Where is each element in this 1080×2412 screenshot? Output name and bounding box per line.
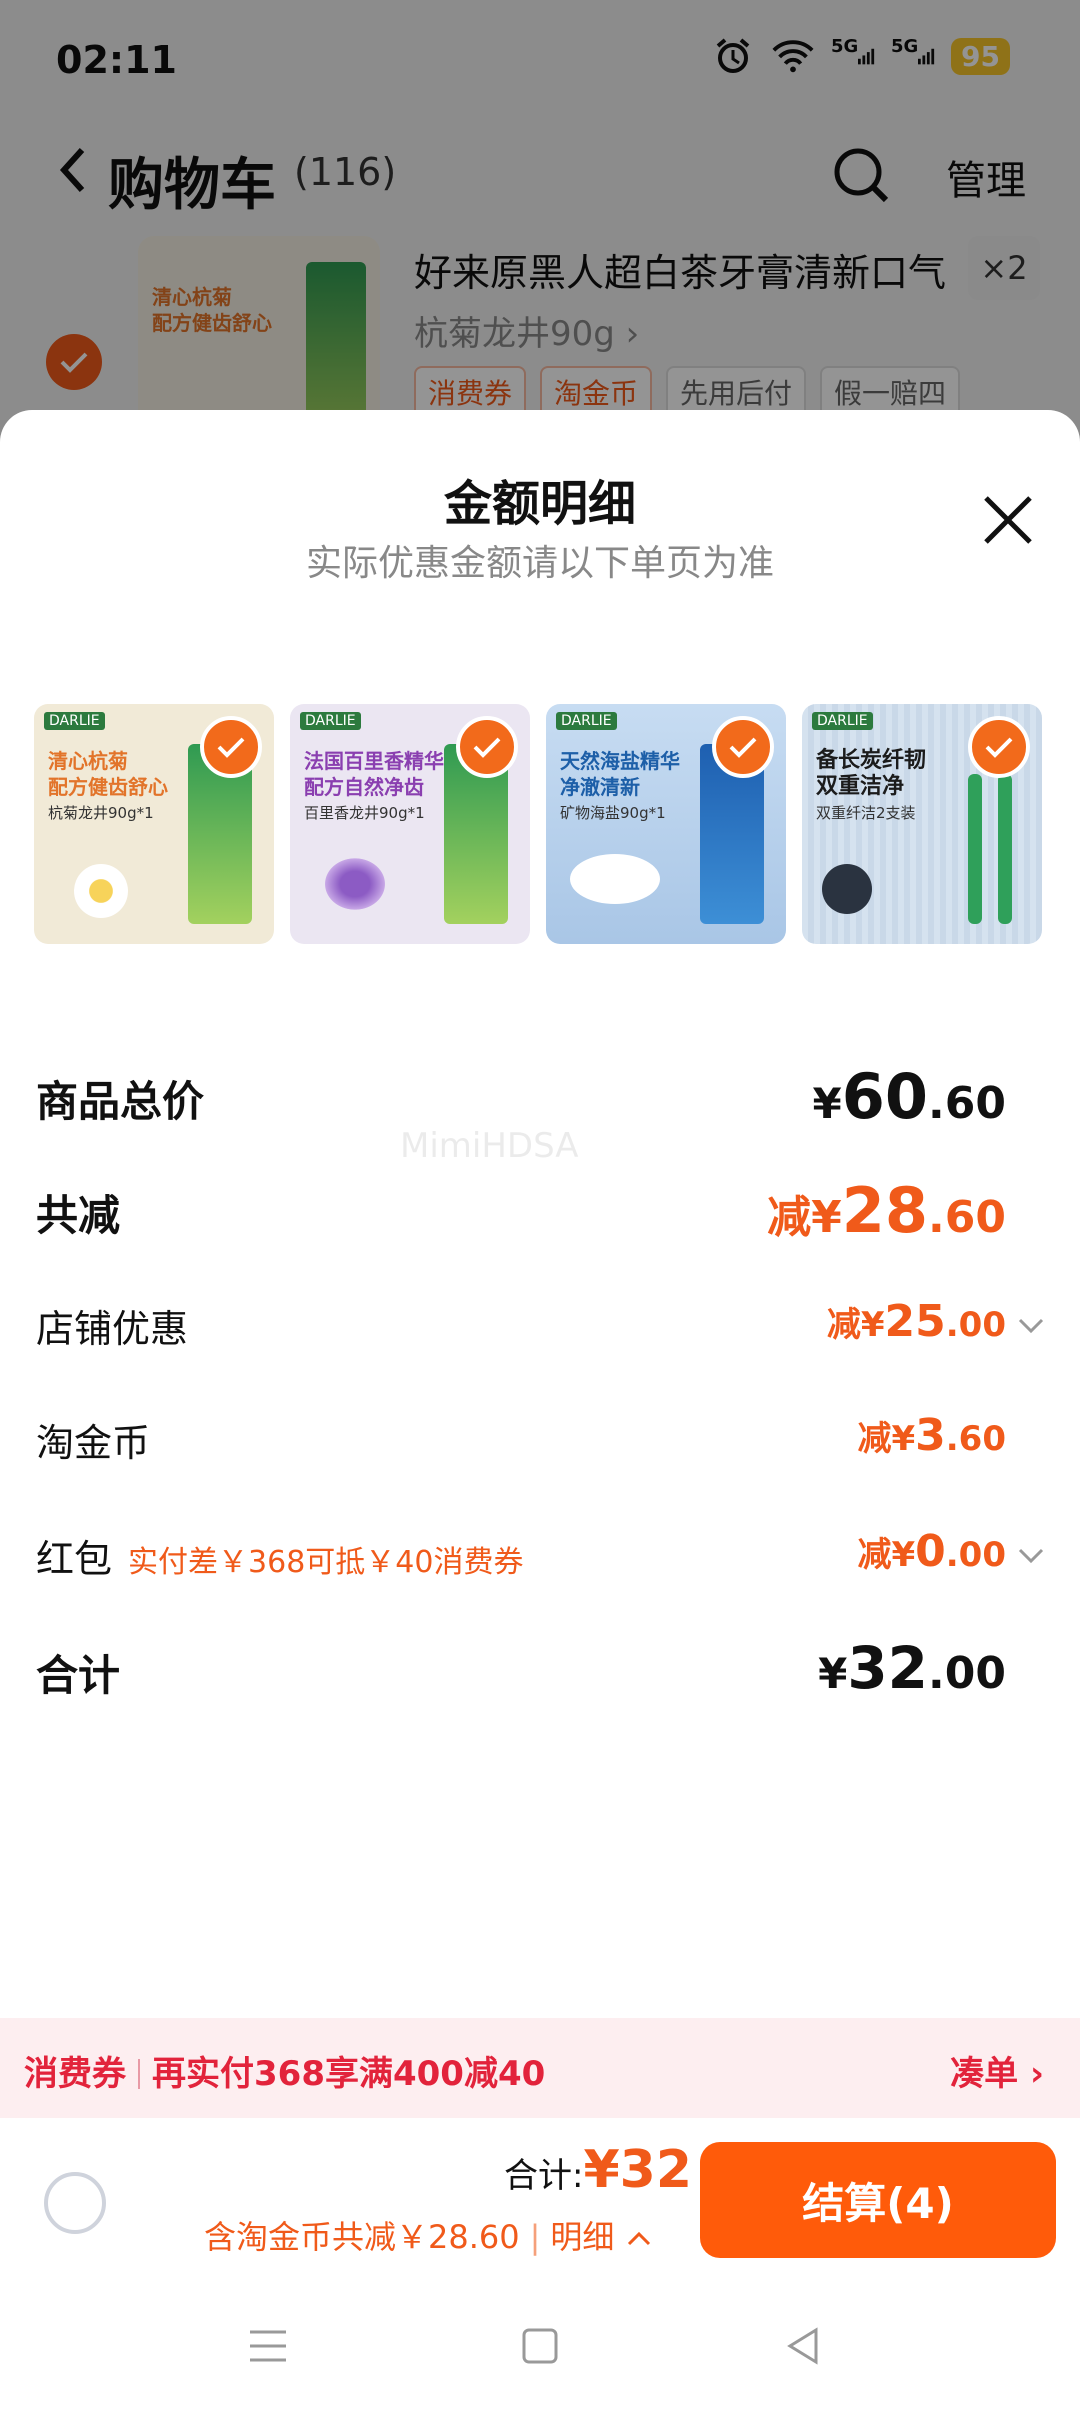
modal-backdrop[interactable] xyxy=(0,0,1080,420)
thumb-headline: 天然海盐精华 净澈清新 xyxy=(560,749,680,799)
brand-badge: DARLIE xyxy=(812,712,873,730)
red-packet-label: 红包 实付差￥368可抵￥40消费券 xyxy=(36,1537,524,1581)
sheet-subtitle: 实际优惠金额请以下单页为准 xyxy=(305,543,774,584)
promo-message: 再实付368享满400减40 xyxy=(152,2054,546,2094)
chevron-down-icon[interactable] xyxy=(1016,1310,1046,1340)
promo-bar[interactable]: 消费券 再实付368享满400减40 凑单 › xyxy=(0,2018,1080,2118)
red-packet-note: 实付差￥368可抵￥40消费券 xyxy=(128,1545,524,1580)
check-icon xyxy=(473,737,501,758)
subtotal-label: 商品总价 xyxy=(36,1077,205,1126)
watermark: MimiHDSA xyxy=(400,1126,579,1166)
total-label: 合计 xyxy=(36,1651,121,1700)
thumb-sub: 矿物海盐90g*1 xyxy=(560,804,666,822)
row-total: 合计 ¥32.00 xyxy=(36,1634,1046,1714)
thumb-selected-check[interactable] xyxy=(712,716,774,778)
select-all-radio[interactable] xyxy=(44,2172,106,2234)
coins-value: 减¥3.60 xyxy=(857,1410,1006,1461)
promo-text: 消费券 再实付368享满400减40 xyxy=(24,2046,545,2095)
foam-icon xyxy=(570,854,660,904)
system-nav-bar xyxy=(0,2278,1080,2412)
promo-tag: 消费券 xyxy=(24,2054,126,2094)
flower-icon xyxy=(74,864,128,918)
row-shop-discount[interactable]: 店铺优惠 减¥25.00 xyxy=(36,1290,1046,1370)
row-red-packet[interactable]: 红包 实付差￥368可抵￥40消费券 减¥0.00 xyxy=(36,1520,1046,1600)
discount-total-label: 共减 xyxy=(36,1191,121,1240)
brand-badge: DARLIE xyxy=(556,712,617,730)
add-on-link[interactable]: 凑单 › xyxy=(950,2046,1044,2095)
red-packet-value: 减¥0.00 xyxy=(857,1526,1006,1577)
sheet-title: 金额明细 xyxy=(443,476,636,532)
menu-icon[interactable] xyxy=(240,2318,296,2374)
coins-label: 淘金币 xyxy=(36,1421,151,1465)
brand-badge: DARLIE xyxy=(300,712,361,730)
thumb-selected-check[interactable] xyxy=(968,716,1030,778)
close-icon[interactable] xyxy=(980,492,1036,548)
product-thumb[interactable]: DARLIE 法国百里香精华 配方自然净齿 百里香龙井90g*1 xyxy=(290,704,530,944)
thumb-selected-check[interactable] xyxy=(200,716,262,778)
home-icon[interactable] xyxy=(512,2318,568,2374)
product-thumb[interactable]: DARLIE 备长炭纤韧 双重洁净 双重纤洁2支装 xyxy=(802,704,1042,944)
thumb-selected-check[interactable] xyxy=(456,716,518,778)
product-thumbnails: DARLIE 清心杭菊 配方健齿舒心 杭菊龙井90g*1 DARLIE 法国百里… xyxy=(34,704,1042,944)
check-icon xyxy=(985,737,1013,758)
check-icon xyxy=(217,737,245,758)
thumb-headline: 备长炭纤韧 双重洁净 xyxy=(816,748,927,799)
charcoal-icon xyxy=(822,864,872,914)
checkout-total: 合计:¥32 xyxy=(504,2140,693,2200)
chevron-up-icon xyxy=(627,2231,650,2246)
brand-badge: DARLIE xyxy=(44,712,105,730)
subtotal-value: ¥60.60 xyxy=(812,1060,1006,1133)
thumb-sub: 百里香龙井90g*1 xyxy=(304,804,425,822)
product-thumb[interactable]: DARLIE 清心杭菊 配方健齿舒心 杭菊龙井90g*1 xyxy=(34,704,274,944)
lavender-icon xyxy=(320,854,390,914)
promo-divider xyxy=(138,2059,140,2089)
row-coins: 淘金币 减¥3.60 xyxy=(36,1404,1046,1484)
thumb-headline: 法国百里香精华 配方自然净齿 xyxy=(304,749,444,799)
row-discount-total: 共减 减¥28.60 xyxy=(36,1174,1046,1254)
checkout-bar: 合计:¥32 含淘金币共减￥28.60 | 明细 结算(4) xyxy=(0,2118,1080,2278)
checkout-button[interactable]: 结算(4) xyxy=(700,2142,1056,2258)
toothbrush-icon xyxy=(998,774,1012,924)
shop-discount-label: 店铺优惠 xyxy=(36,1307,189,1351)
detail-link[interactable]: 明细 xyxy=(550,2218,614,2256)
toothbrush-icon-2 xyxy=(968,774,982,924)
check-icon xyxy=(729,737,757,758)
thumb-sub: 双重纤洁2支装 xyxy=(816,804,916,822)
total-value: ¥32.00 xyxy=(818,1634,1006,1702)
discount-total-value: 减¥28.60 xyxy=(767,1174,1006,1247)
chevron-down-icon[interactable] xyxy=(1016,1540,1046,1570)
thumb-headline: 清心杭菊 配方健齿舒心 xyxy=(48,749,168,799)
back-icon[interactable] xyxy=(776,2318,832,2374)
checkout-detail[interactable]: 含淘金币共减￥28.60 | 明细 xyxy=(204,2212,653,2258)
shop-discount-value: 减¥25.00 xyxy=(826,1296,1006,1347)
product-thumb[interactable]: DARLIE 天然海盐精华 净澈清新 矿物海盐90g*1 xyxy=(546,704,786,944)
thumb-sub: 杭菊龙井90g*1 xyxy=(48,804,154,822)
